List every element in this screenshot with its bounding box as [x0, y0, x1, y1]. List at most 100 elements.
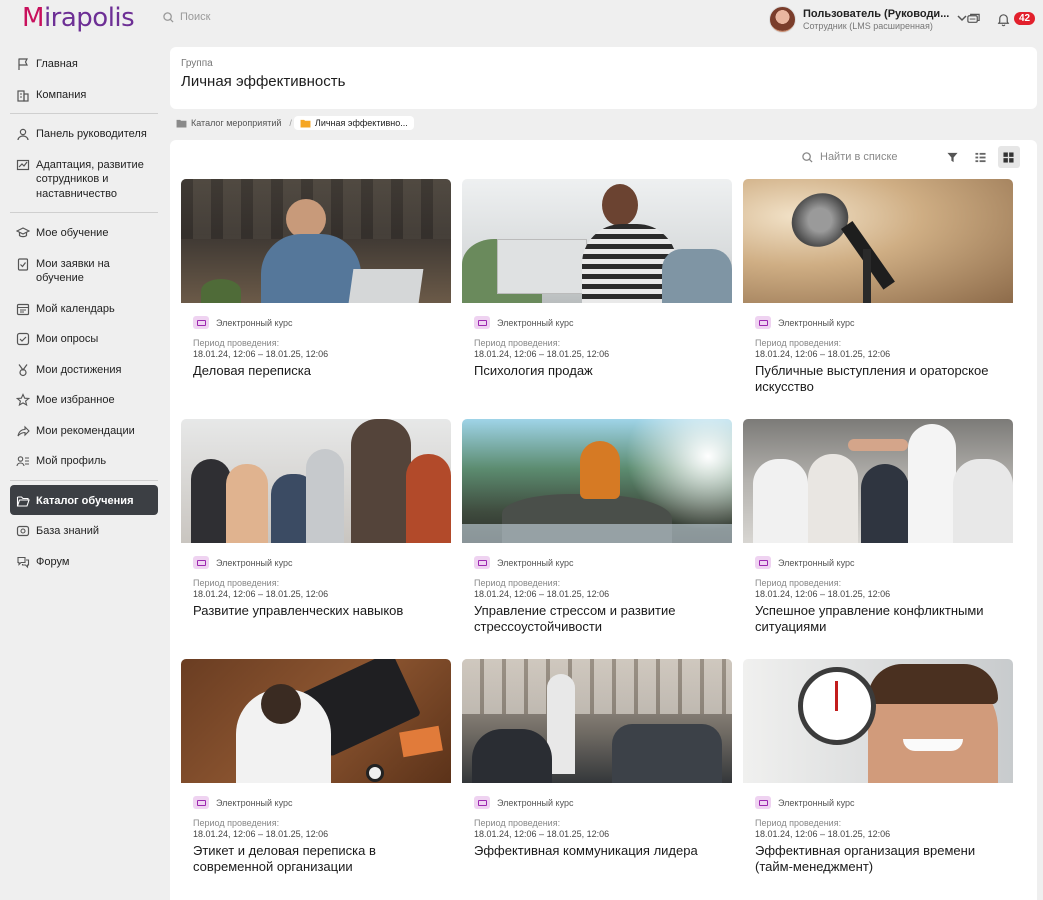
sidebar-item-knowledge-base[interactable]: База знаний [10, 515, 158, 546]
sidebar-item-forum[interactable]: Форум [10, 546, 158, 577]
course-card[interactable]: Электронный курс Период проведения: 18.0… [743, 179, 1013, 419]
chat-icon [17, 556, 30, 568]
mirapolis-logo[interactable]: Mirapolis [22, 3, 135, 33]
course-card[interactable]: Электронный курс Период проведения: 18.0… [743, 419, 1013, 659]
course-image[interactable] [181, 659, 451, 783]
catalog-content: Найти в списке Электронный курс Период п… [170, 140, 1037, 900]
user-role: Сотрудник (LMS расширенная) [803, 21, 933, 31]
course-image[interactable] [743, 179, 1013, 303]
course-card[interactable]: Электронный курс Период проведения: 18.0… [462, 179, 732, 419]
database-icon [16, 525, 30, 537]
sidebar-item-home[interactable]: Главная [10, 48, 158, 79]
course-card[interactable]: Электронный курс Период проведения: 18.0… [462, 419, 732, 659]
course-image[interactable] [743, 419, 1013, 543]
course-title[interactable]: Психология продаж [474, 363, 724, 379]
grid-view-icon [1003, 151, 1014, 163]
course-type: Электронный курс [755, 556, 854, 569]
search-placeholder[interactable]: Поиск [180, 11, 210, 23]
period-value: 18.01.24, 12:06 – 18.01.25, 12:06 [474, 589, 610, 599]
course-type: Электронный курс [474, 556, 573, 569]
sidebar-item-label: Мои рекомендации [36, 424, 135, 437]
period-value: 18.01.24, 12:06 – 18.01.25, 12:06 [755, 349, 891, 359]
sidebar-item-label: Мои достижения [36, 363, 122, 376]
sidebar-item-my-favorites[interactable]: Мое избранное [10, 384, 158, 415]
sidebar-item-my-recommendations[interactable]: Мои рекомендации [10, 415, 158, 446]
course-image[interactable] [181, 179, 451, 303]
e-course-icon [755, 556, 771, 569]
course-image[interactable] [462, 419, 732, 543]
course-image[interactable] [743, 659, 1013, 783]
grid-view-button[interactable] [997, 146, 1020, 168]
clipboard-check-icon [17, 257, 29, 271]
medal-icon [18, 363, 28, 376]
course-card[interactable]: Электронный курс Период проведения: 18.0… [181, 179, 451, 419]
course-title[interactable]: Этикет и деловая переписка в современной… [193, 843, 443, 875]
course-grid: Электронный курс Период проведения: 18.0… [181, 179, 1013, 899]
sidebar-item-label: Форум [36, 555, 70, 568]
e-course-icon [474, 796, 490, 809]
sidebar-item-my-surveys[interactable]: Мои опросы [10, 323, 158, 354]
course-card[interactable]: Электронный курс Период проведения: 18.0… [462, 659, 732, 899]
chart-icon [16, 159, 30, 170]
course-title[interactable]: Развитие управленческих навыков [193, 603, 443, 619]
filter-button[interactable] [942, 146, 964, 168]
course-card[interactable]: Электронный курс Период проведения: 18.0… [743, 659, 1013, 899]
sidebar-item-label: Каталог обучения [36, 494, 134, 507]
breadcrumb-item-catalog[interactable]: Каталог мероприятий [170, 116, 287, 130]
sidebar-item-label: Мое обучение [36, 227, 109, 239]
course-title[interactable]: Успешное управление конфликтными ситуаци… [755, 603, 1005, 635]
sidebar-item-label: Мое избранное [36, 394, 115, 406]
sidebar-item-my-requests[interactable]: Мои заявки на обучение [10, 248, 158, 293]
list-view-button[interactable] [970, 146, 992, 168]
course-title[interactable]: Управление стрессом и развитие стрессоус… [474, 603, 724, 635]
sidebar-item-my-achievements[interactable]: Мои достижения [10, 354, 158, 385]
sidebar-item-learning-catalog[interactable]: Каталог обучения [10, 484, 158, 515]
course-card[interactable]: Электронный курс Период проведения: 18.0… [181, 419, 451, 659]
sidebar-item-manager-panel[interactable]: Панель руководителя [10, 118, 158, 149]
course-title[interactable]: Публичные выступления и ораторское искус… [755, 363, 1005, 395]
sidebar-item-adaptation[interactable]: Адаптация, развитие сотрудников и настав… [10, 149, 158, 209]
search-icon [802, 151, 813, 163]
sidebar-item-label: Мой профиль [36, 455, 107, 467]
course-image[interactable] [462, 659, 732, 783]
sidebar-item-label: Панель руководителя [36, 128, 147, 140]
calendar-icon [16, 303, 30, 315]
sidebar-item-label: Компания [36, 88, 87, 101]
breadcrumb-item-current[interactable]: Личная эффективно... [293, 116, 414, 130]
global-search[interactable]: Поиск [163, 11, 210, 23]
period-label: Период проведения: [474, 578, 561, 588]
sidebar-item-my-calendar[interactable]: Мой календарь [10, 293, 158, 324]
breadcrumb: Каталог мероприятий / Личная эффективно.… [170, 116, 414, 130]
course-image[interactable] [462, 179, 732, 303]
graduation-icon [16, 227, 30, 238]
star-icon [16, 393, 30, 407]
period-label: Период проведения: [474, 338, 561, 348]
user-menu[interactable]: Пользователь (Руководи... Сотрудник (LMS… [769, 6, 967, 33]
period-value: 18.01.24, 12:06 – 18.01.25, 12:06 [474, 349, 610, 359]
e-course-icon [474, 316, 490, 329]
sidebar-item-label: Главная [36, 58, 78, 70]
e-course-icon [193, 556, 209, 569]
list-search-placeholder[interactable]: Найти в списке [820, 151, 898, 163]
sidebar-item-my-profile[interactable]: Мой профиль [10, 445, 158, 476]
chat-bubbles-icon[interactable] [966, 12, 981, 32]
period-value: 18.01.24, 12:06 – 18.01.25, 12:06 [755, 589, 891, 599]
course-title[interactable]: Эффективная организация времени (тайм-ме… [755, 843, 1005, 875]
sidebar-item-my-learning[interactable]: Мое обучение [10, 217, 158, 248]
avatar[interactable] [769, 6, 796, 33]
bell-icon[interactable] [996, 12, 1011, 32]
sidebar-item-company[interactable]: Компания [10, 79, 158, 110]
period-label: Период проведения: [474, 818, 561, 828]
top-bar: Mirapolis Поиск Пользователь (Руководи..… [0, 0, 1043, 40]
course-title[interactable]: Деловая переписка [193, 363, 443, 379]
course-card[interactable]: Электронный курс Период проведения: 18.0… [181, 659, 451, 899]
e-course-icon [193, 316, 209, 329]
period-value: 18.01.24, 12:06 – 18.01.25, 12:06 [474, 829, 610, 839]
course-image[interactable] [181, 419, 451, 543]
notification-badge[interactable]: 42 [1014, 12, 1036, 25]
list-toolbar: Найти в списке [802, 146, 1020, 168]
list-search-input[interactable]: Найти в списке [802, 151, 898, 163]
course-type: Электронный курс [474, 796, 573, 809]
course-title[interactable]: Эффективная коммуникация лидера [474, 843, 724, 859]
breadcrumb-separator: / [289, 118, 292, 128]
